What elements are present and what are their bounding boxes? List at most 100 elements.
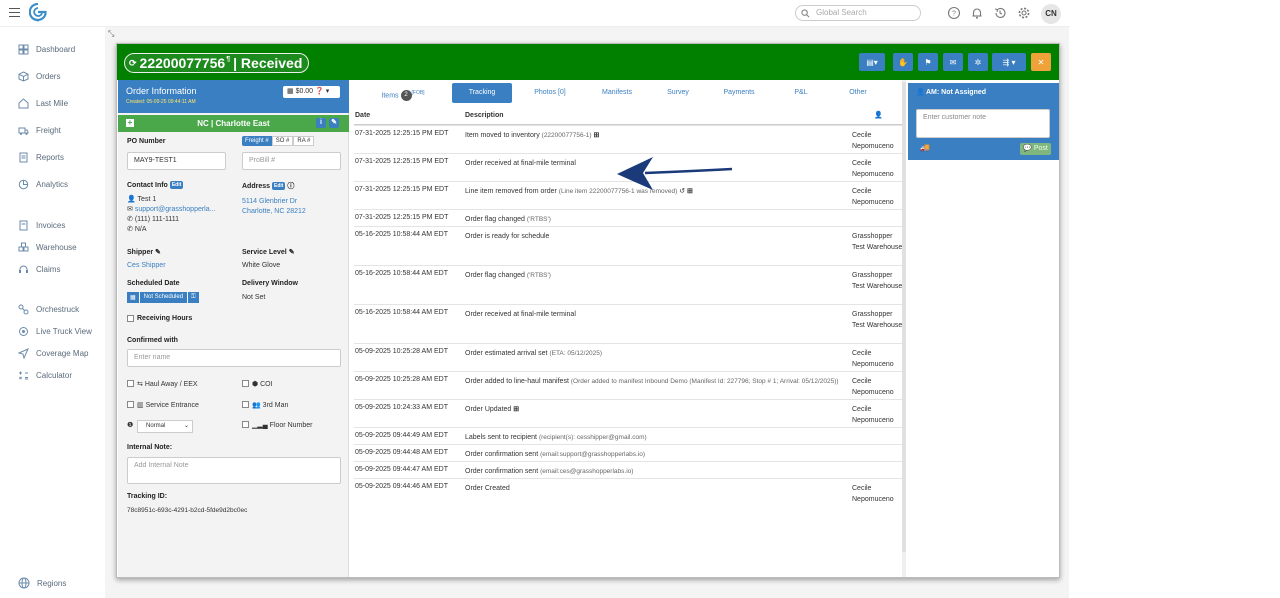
sidebar-item-coverage-map[interactable]: Coverage Map xyxy=(18,346,88,360)
expand-icon[interactable]: ⊞ xyxy=(511,406,519,413)
sidebar-item-label: Analytics xyxy=(36,179,69,189)
floor-number-checkbox[interactable] xyxy=(242,421,249,428)
contact-email[interactable]: ✉ support@grasshopperla... xyxy=(127,205,215,213)
sidebar-item-calculator[interactable]: Calculator xyxy=(18,368,72,382)
bell-icon[interactable] xyxy=(970,6,984,20)
coi-checkbox[interactable] xyxy=(242,380,249,387)
route-icon: ⇶ ▾ xyxy=(1002,57,1016,67)
edit-icon[interactable]: ✎ xyxy=(329,118,339,128)
tab-pnl[interactable]: P&L xyxy=(778,83,824,103)
close-button[interactable]: ✕ xyxy=(1031,53,1051,71)
order-info-title: Order Information xyxy=(126,86,197,96)
table-row: 05-16-2025 10:58:44 AM EDT Order received… xyxy=(354,304,904,343)
tab-manifests[interactable]: Manifests xyxy=(590,83,644,103)
row-user: Cecile Nepomuceno xyxy=(852,350,894,368)
hand-button[interactable]: ✋ xyxy=(893,53,913,71)
scheduled-date-control: ▦ Not Scheduled ⚿ xyxy=(127,292,199,303)
shipper-value[interactable]: Ces Shipper xyxy=(127,262,166,269)
row-description-text: Item moved to inventory xyxy=(465,132,540,139)
third-man-checkbox[interactable] xyxy=(242,401,249,408)
menu-icon[interactable] xyxy=(9,8,20,17)
ra-tab[interactable]: RA # xyxy=(293,136,315,146)
row-description: Order confirmation sent (email:ces@grass… xyxy=(465,466,845,477)
phone-icon: ✆ xyxy=(127,216,135,223)
sidebar-item-analytics[interactable]: Analytics xyxy=(18,177,68,191)
table-row: 05-09-2025 09:44:47 AM EDT Order confirma… xyxy=(354,461,904,478)
sidebar-item-live-truck-view[interactable]: Live Truck View xyxy=(18,324,92,338)
edit-icon[interactable]: ✎ xyxy=(155,249,161,256)
avatar[interactable]: CN xyxy=(1041,4,1061,24)
help-icon[interactable]: ? xyxy=(947,6,961,20)
scrollbar[interactable] xyxy=(902,80,906,577)
sidebar-item-claims[interactable]: Claims xyxy=(18,262,60,276)
haul-away-checkbox[interactable] xyxy=(127,380,134,387)
so-tab[interactable]: SO # xyxy=(271,136,294,146)
globe-icon xyxy=(18,577,30,589)
tab-payments[interactable]: Payments xyxy=(712,83,766,103)
search-icon xyxy=(801,9,810,18)
settings-button[interactable]: ✲ xyxy=(968,53,988,71)
route-menu-button[interactable]: ⇶ ▾ xyxy=(992,53,1026,71)
tab-other[interactable]: Other xyxy=(835,83,881,103)
contact-edit-button[interactable]: Edit xyxy=(169,181,184,189)
service-entrance-checkbox[interactable] xyxy=(127,401,134,408)
coi-label: ⬢ COI xyxy=(252,381,273,388)
created-date: Created: 05-09-25 09:44:11 AM xyxy=(126,99,196,105)
global-search-input[interactable]: Global Search xyxy=(795,5,921,21)
calc-icon: ▦ xyxy=(287,88,296,95)
freight-tab[interactable]: Freight # xyxy=(242,136,272,146)
table-row: 05-09-2025 10:24:33 AM EDT Order Updated … xyxy=(354,399,904,427)
sidebar-item-last-mile[interactable]: Last Mile xyxy=(18,96,68,110)
receiving-hours-checkbox[interactable] xyxy=(127,315,134,322)
row-description: Order added to line-haul manifest (Order… xyxy=(465,376,845,387)
expand-icon[interactable]: ⊞ xyxy=(592,132,599,139)
sidebar-item-orchestruck[interactable]: Orchestruck xyxy=(18,302,79,316)
priority-select[interactable]: Normal ⌄ xyxy=(137,420,193,433)
gear-icon[interactable] xyxy=(1017,6,1031,20)
sidebar-item-freight[interactable]: Freight xyxy=(18,123,61,137)
tab-photos[interactable]: Photos [0] xyxy=(522,83,578,103)
sidebar-item-orders[interactable]: Orders xyxy=(18,69,60,83)
items-count-badge: 2 xyxy=(400,89,412,101)
tab-items[interactable]: Items 2 [FOB] xyxy=(367,83,439,103)
key-icon[interactable]: ⚿ xyxy=(188,292,199,303)
edit-icon[interactable]: ✎ xyxy=(289,249,295,256)
address-line2[interactable]: Charlotte, NC 28212 xyxy=(242,208,306,215)
row-date: 05-09-2025 10:25:28 AM EDT xyxy=(355,348,449,355)
sidebar-item-warehouse[interactable]: Warehouse xyxy=(18,240,77,254)
history-icon[interactable] xyxy=(993,6,1007,20)
flag-button[interactable]: ⚑ xyxy=(918,53,938,71)
address-line1[interactable]: 5114 Glenbrier Dr xyxy=(242,198,297,205)
confirmed-with-input[interactable]: Enter name xyxy=(127,349,341,367)
sidebar-item-label: Warehouse xyxy=(36,242,77,252)
tab-tracking[interactable]: Tracking xyxy=(452,83,512,103)
plus-icon[interactable]: + xyxy=(126,119,134,127)
row-detail: (recipient(s): cesshipper@gmail.com) xyxy=(538,434,647,441)
internal-note-input[interactable]: Add Internal Note xyxy=(127,457,341,484)
sidebar-item-invoices[interactable]: Invoices xyxy=(18,218,65,232)
post-button[interactable]: 💬 Post xyxy=(1020,143,1051,155)
email-button[interactable]: ✉ xyxy=(943,53,963,71)
row-user: Cecile Nepomuceno xyxy=(852,132,894,150)
amount-dropdown[interactable]: ▦ $0.00 ❓ ▾ xyxy=(283,86,340,98)
sidebar-item-reports[interactable]: Reports xyxy=(18,150,64,164)
address-edit-button[interactable]: Edit xyxy=(272,182,286,191)
probill-input[interactable]: ProBill # xyxy=(242,152,341,170)
row-description: Order is ready for schedule xyxy=(465,231,845,242)
refresh-icon[interactable]: ⟳ xyxy=(129,54,137,72)
not-scheduled-button[interactable]: Not Scheduled xyxy=(139,292,188,303)
po-number-input[interactable]: MAY9-TEST1 xyxy=(127,152,226,170)
sidebar-item-regions[interactable]: Regions xyxy=(18,576,66,590)
row-description-text: Order flag changed xyxy=(465,216,525,223)
info-icon[interactable]: i xyxy=(316,118,326,128)
info-icon[interactable]: ⓘ xyxy=(287,183,294,190)
sidebar-item-dashboard[interactable]: Dashboard xyxy=(18,42,75,56)
chevron-down-icon: ⌄ xyxy=(183,423,189,429)
logo-icon[interactable] xyxy=(29,3,47,23)
fob-tag: [FOB] xyxy=(411,90,425,96)
calendar-icon[interactable]: ▦ xyxy=(127,292,139,303)
customer-note-input[interactable]: Enter customer note xyxy=(916,109,1050,138)
resize-icon[interactable]: ⤡ xyxy=(108,29,114,39)
document-menu-button[interactable]: ▤▾ xyxy=(859,53,885,71)
tab-survey[interactable]: Survey xyxy=(655,83,701,103)
